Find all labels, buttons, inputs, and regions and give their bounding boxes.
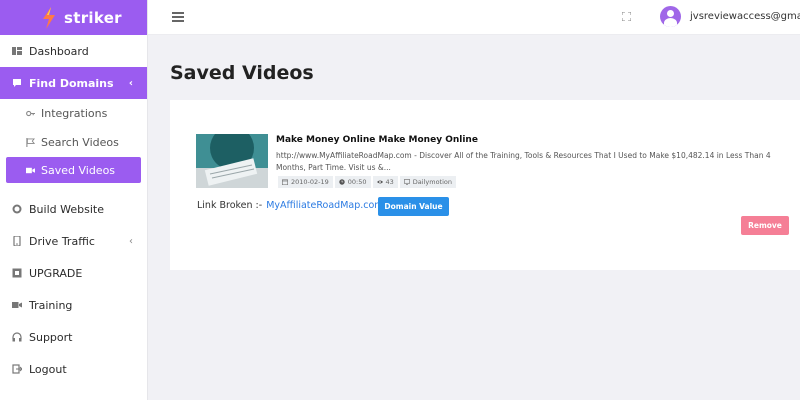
video-icon	[12, 302, 22, 308]
sidebar-subitem-search-videos[interactable]: Search Videos	[0, 128, 147, 157]
sidebar-item-find-domains[interactable]: Find Domains ‹	[0, 67, 147, 99]
sidebar-subitem-label: Integrations	[41, 107, 108, 120]
sidebar-item-drive-traffic[interactable]: Drive Traffic ‹	[0, 225, 147, 257]
sidebar-subitem-integrations[interactable]: Integrations	[0, 99, 147, 128]
avatar[interactable]	[660, 6, 681, 27]
chevron-left-icon: ‹	[129, 235, 133, 247]
sidebar-nav: Dashboard Find Domains ‹ Integrations Se…	[0, 35, 147, 385]
brand-name: striker	[64, 8, 122, 27]
remove-button[interactable]: Remove	[741, 216, 789, 235]
sidebar-subitem-label: Saved Videos	[41, 163, 116, 177]
headphones-icon	[12, 332, 22, 342]
meta-duration: 00:50	[334, 176, 371, 188]
sidebar-item-label: Dashboard	[29, 44, 89, 58]
striker-logo-icon	[43, 6, 55, 29]
dashboard-icon	[12, 47, 22, 55]
meta-duration-text: 00:50	[347, 178, 367, 186]
meta-views: 43	[372, 176, 398, 188]
sidebar-item-label: Logout	[29, 362, 67, 376]
user-email[interactable]: jvsreviewaccess@gmail.com	[690, 11, 800, 22]
eye-icon	[376, 180, 383, 184]
sidebar-subitem-label: Search Videos	[41, 136, 119, 149]
affiliate-link[interactable]: MyAffiliateRoadMap.com	[266, 200, 383, 211]
meta-views-text: 43	[385, 178, 394, 186]
monitor-icon	[403, 179, 410, 185]
sidebar-item-support[interactable]: Support	[0, 321, 147, 353]
link-broken-label: Link Broken :-	[197, 200, 263, 211]
logout-icon	[12, 364, 22, 374]
top-bar: jvsreviewaccess@gmail.com	[148, 0, 800, 35]
meta-platform-text: Dailymotion	[412, 178, 453, 186]
menu-toggle-icon[interactable]	[172, 12, 184, 22]
sidebar-item-label: UPGRADE	[29, 266, 83, 280]
upgrade-icon	[12, 268, 22, 278]
video-title[interactable]: Make Money Online Make Money Online	[276, 135, 478, 145]
sidebar-item-dashboard[interactable]: Dashboard	[0, 35, 147, 67]
clock-icon	[339, 179, 345, 185]
video-description: http://www.MyAffiliateRoadMap.com - Disc…	[276, 151, 771, 172]
chat-icon	[13, 79, 21, 87]
sidebar-item-label: Find Domains	[29, 76, 114, 90]
mobile-icon	[13, 236, 21, 246]
meta-date-text: 2010-02-19	[291, 178, 329, 186]
video-icon	[26, 167, 35, 173]
chevron-left-icon: ‹	[128, 77, 133, 89]
domain-value-button[interactable]: Domain Value	[378, 197, 449, 216]
sidebar-item-build-website[interactable]: Build Website	[0, 193, 147, 225]
meta-platform: Dailymotion	[399, 176, 457, 188]
meta-date: 2010-02-19	[278, 176, 333, 188]
sidebar-subitem-saved-videos[interactable]: Saved Videos	[6, 157, 141, 183]
wordpress-icon	[12, 204, 22, 214]
sidebar-item-training[interactable]: Training	[0, 289, 147, 321]
sidebar-item-label: Support	[29, 330, 73, 344]
video-meta: 2010-02-19 00:50 43 Dailymotion	[278, 176, 458, 188]
sidebar-item-label: Training	[29, 298, 73, 312]
sidebar-item-upgrade[interactable]: UPGRADE	[0, 257, 147, 289]
calendar-icon	[282, 179, 288, 185]
fullscreen-icon[interactable]	[622, 12, 631, 21]
sidebar: striker Dashboard Find Domains ‹ Integra…	[0, 0, 148, 400]
link-status-row: Link Broken :- MyAffiliateRoadMap.com	[197, 200, 384, 211]
brand-header[interactable]: striker	[0, 0, 147, 35]
flag-icon	[26, 138, 35, 147]
sidebar-item-label: Drive Traffic	[29, 234, 95, 248]
page-title: Saved Videos	[170, 62, 314, 84]
saved-video-card: Make Money Online Make Money Online http…	[170, 100, 800, 270]
sidebar-item-label: Build Website	[29, 202, 104, 216]
video-thumbnail[interactable]	[196, 134, 268, 188]
key-icon	[26, 110, 35, 117]
sidebar-item-logout[interactable]: Logout	[0, 353, 147, 385]
